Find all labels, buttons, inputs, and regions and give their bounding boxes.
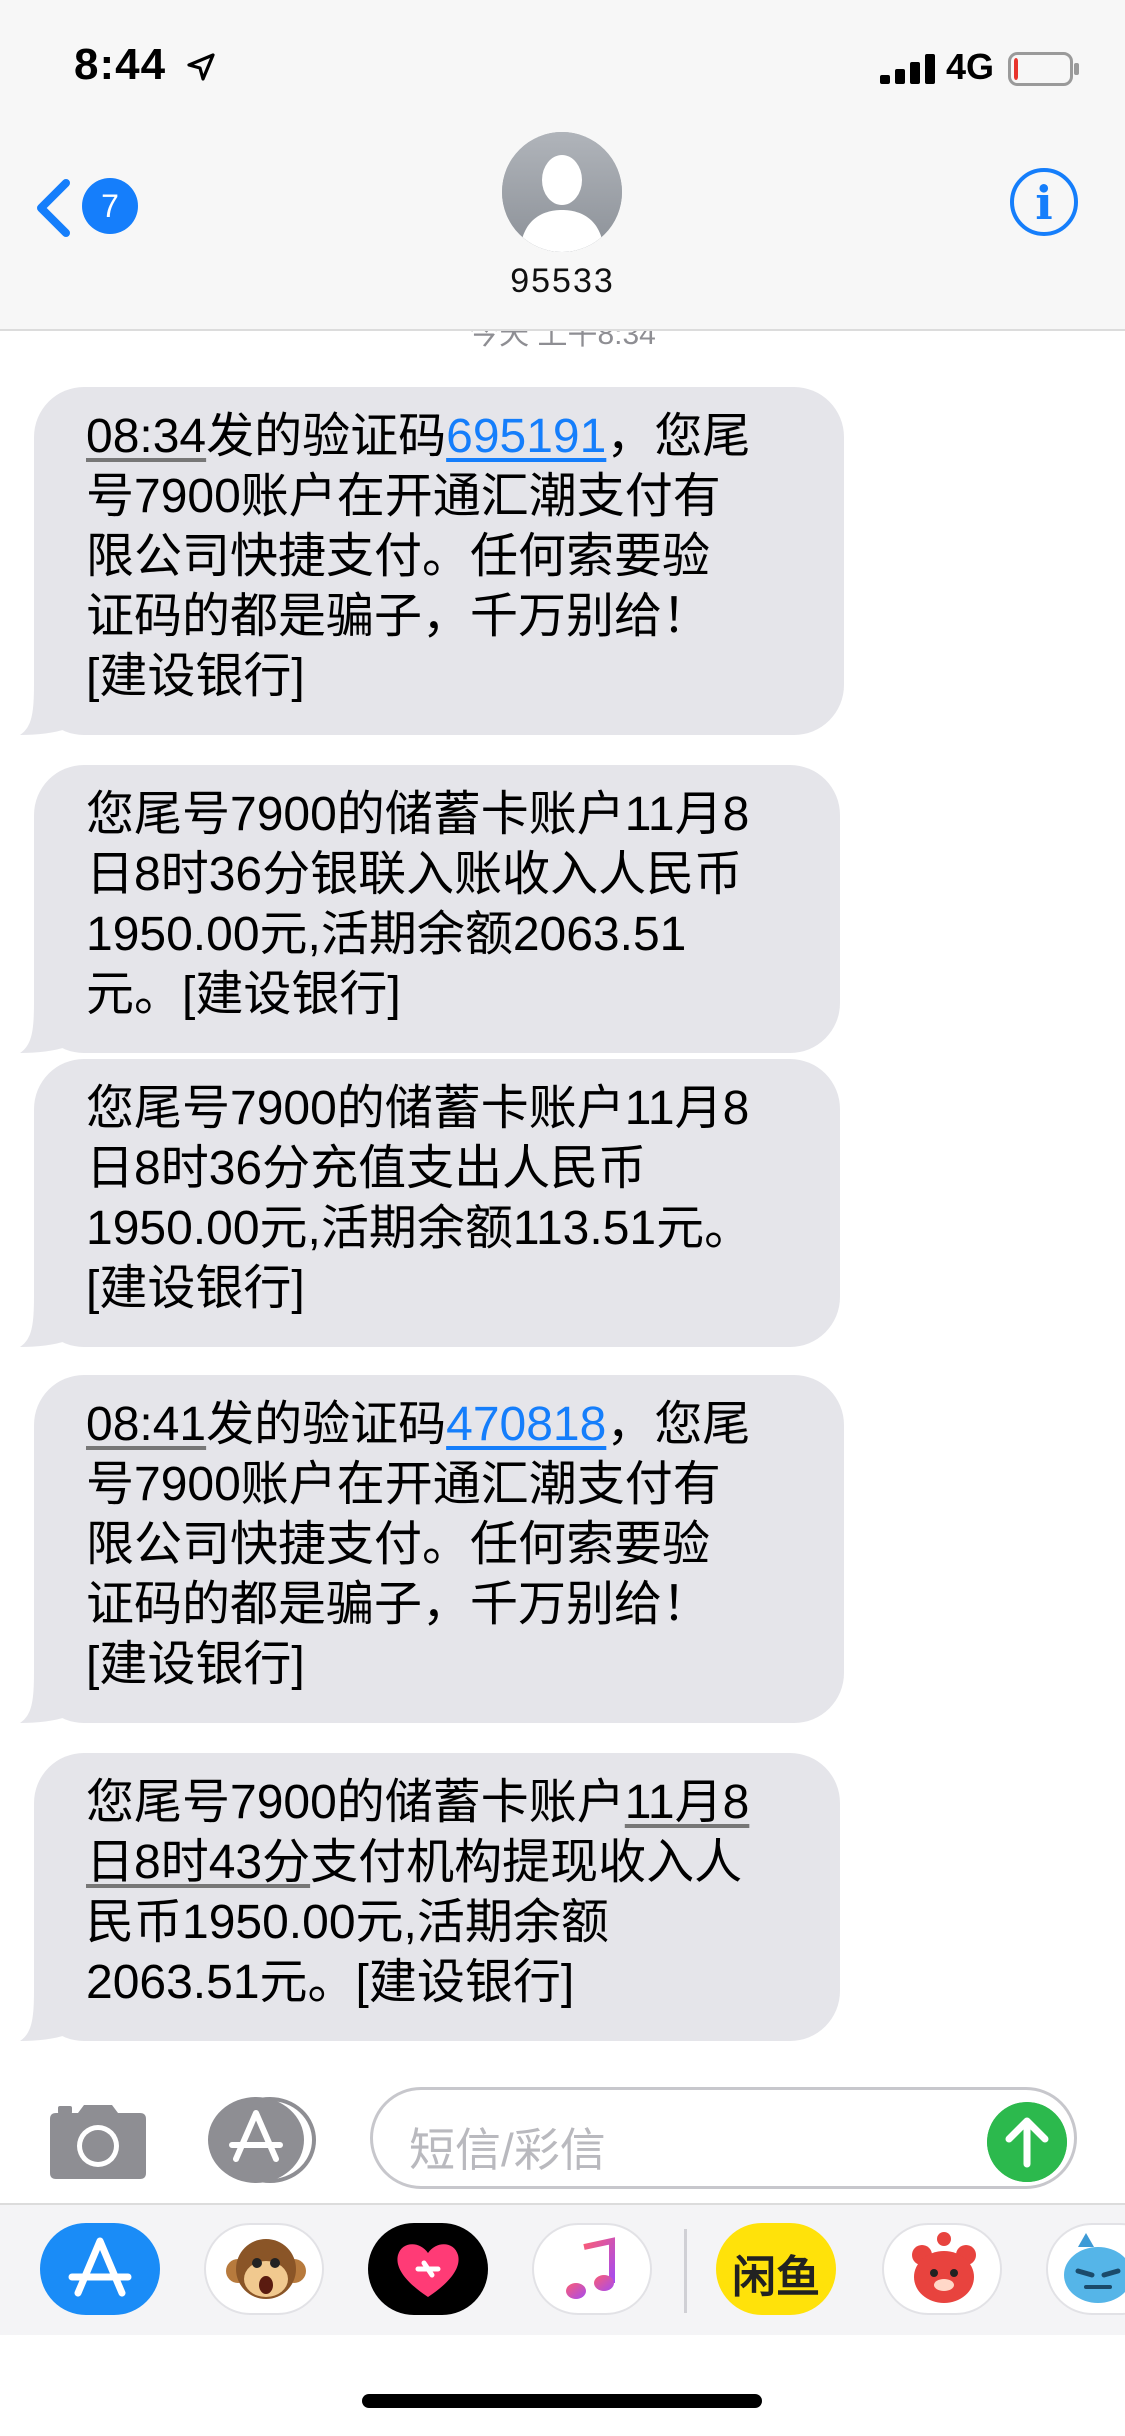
home-area	[0, 2335, 1125, 2436]
location-arrow-icon	[187, 53, 215, 81]
message-list[interactable]: 今天 上午8:34 08:34发的验证码695191，您尾 号7900账户在开通…	[0, 331, 1125, 2073]
network-type: 4G	[946, 46, 995, 87]
message-text: ，您尾	[606, 410, 751, 463]
message-line: 您尾号7900的储蓄卡账户11月8	[86, 1773, 804, 1833]
battery-low-icon	[1008, 52, 1079, 86]
status-time: 8:44	[74, 40, 167, 89]
date-link[interactable]: 11月8	[625, 1776, 750, 1829]
bubble-tail	[20, 683, 66, 735]
message-line: [建设银行]	[86, 650, 305, 703]
message-time-link[interactable]: 08:41	[86, 1398, 206, 1451]
conversation-header: 7 95533 i	[0, 132, 1125, 331]
xianyu-app-icon[interactable]: 闲鱼	[716, 2223, 836, 2315]
message-line: 1950.00元,活期余额2063.51	[86, 908, 687, 961]
message-line: 2063.51元。[建设银行]	[86, 1956, 575, 2009]
back-button[interactable]: 7	[34, 168, 144, 248]
message-line: 元。[建设银行]	[86, 968, 401, 1021]
message-line: 民币1950.00元,活期余额	[86, 1896, 609, 1949]
drawer-divider	[684, 2229, 687, 2313]
message-bubble[interactable]: 08:34发的验证码695191，您尾 号7900账户在开通汇潮支付有 限公司快…	[20, 387, 844, 735]
message-line: 1950.00元,活期余额113.51元。	[86, 1202, 753, 1255]
message-input[interactable]: 短信/彩信	[370, 2087, 1077, 2189]
message-line: 您尾号7900的储蓄卡账户11月8	[86, 1082, 750, 1135]
message-line: 限公司快捷支付。任何索要验	[86, 530, 711, 583]
message-line: 您尾号7900的储蓄卡账户11月8	[86, 788, 750, 841]
app-store-icon[interactable]	[206, 2097, 318, 2183]
message-bubble[interactable]: 您尾号7900的储蓄卡账户11月8 日8时36分银联入账收入人民币 1950.0…	[20, 765, 840, 1053]
message-line: 日8时36分充值支出人民币	[86, 1142, 647, 1195]
bubble-tail	[20, 1671, 66, 1723]
message-timestamp: 今天 上午8:34	[469, 331, 656, 351]
message-bubble[interactable]: 08:41发的验证码470818，您尾 号7900账户在开通汇潮支付有 限公司快…	[20, 1375, 844, 1723]
back-chevron-icon	[37, 179, 70, 237]
info-icon[interactable]: i	[1010, 168, 1078, 236]
verification-code-link[interactable]: 695191	[446, 410, 606, 463]
message-input-placeholder: 短信/彩信	[409, 2124, 606, 2176]
message-line: [建设银行]	[86, 1262, 305, 1315]
message-text: 支付机构提现收入人	[310, 1836, 743, 1889]
signal-bars-icon	[880, 54, 935, 84]
bubble-tail	[20, 1989, 66, 2041]
music-icon[interactable]	[532, 2223, 652, 2315]
message-text: 发的验证码	[206, 410, 447, 463]
contact-name[interactable]: 95533	[0, 262, 1125, 301]
contact-avatar[interactable]	[502, 132, 622, 252]
imessage-app-drawer[interactable]: 闲鱼	[0, 2203, 1125, 2335]
message-line: 08:34发的验证码695191，您尾	[86, 407, 808, 467]
bubble-tail	[20, 1295, 66, 1347]
digital-touch-heart-icon[interactable]	[368, 2223, 488, 2315]
xianyu-app-label: 闲鱼	[732, 2253, 820, 2302]
message-line: 限公司快捷支付。任何索要验	[86, 1518, 711, 1571]
message-text: ，您尾	[606, 1398, 751, 1451]
avatar-icon	[502, 132, 622, 252]
app-store-icon[interactable]	[40, 2223, 160, 2315]
compose-bar: 短信/彩信	[0, 2073, 1125, 2203]
message-line: [建设银行]	[86, 1638, 305, 1691]
home-indicator[interactable]	[362, 2394, 762, 2408]
message-line: 日8时43分支付机构提现收入人	[86, 1833, 804, 1893]
message-text: 发的验证码	[206, 1398, 447, 1451]
status-bar: 8:44 4G	[0, 0, 1125, 132]
message-time-link[interactable]: 08:34	[86, 410, 206, 463]
blue-monster-sticker-icon[interactable]	[1046, 2223, 1125, 2315]
message-line: 日8时36分银联入账收入人民币	[86, 848, 743, 901]
message-text: 您尾号7900的储蓄卡账户	[86, 1776, 625, 1829]
message-line: 号7900账户在开通汇潮支付有	[86, 1458, 721, 1511]
message-bubble[interactable]: 您尾号7900的储蓄卡账户11月8 日8时43分支付机构提现收入人 民币1950…	[20, 1753, 840, 2041]
red-bear-sticker-icon[interactable]	[882, 2223, 1002, 2315]
send-arrow-icon[interactable]	[987, 2102, 1067, 2182]
message-line: 号7900账户在开通汇潮支付有	[86, 470, 721, 523]
unread-count-badge: 7	[82, 178, 138, 234]
verification-code-link[interactable]: 470818	[446, 1398, 606, 1451]
animoji-monkey-icon[interactable]	[204, 2223, 324, 2315]
message-bubble[interactable]: 您尾号7900的储蓄卡账户11月8 日8时36分充值支出人民币 1950.00元…	[20, 1059, 840, 1347]
message-line: 证码的都是骗子，千万别给！	[86, 1578, 711, 1631]
camera-icon[interactable]	[48, 2103, 148, 2179]
date-link[interactable]: 日8时43分	[86, 1836, 310, 1889]
message-line: 证码的都是骗子，千万别给！	[86, 590, 711, 643]
message-line: 08:41发的验证码470818，您尾	[86, 1395, 808, 1455]
bubble-tail	[20, 1001, 66, 1053]
